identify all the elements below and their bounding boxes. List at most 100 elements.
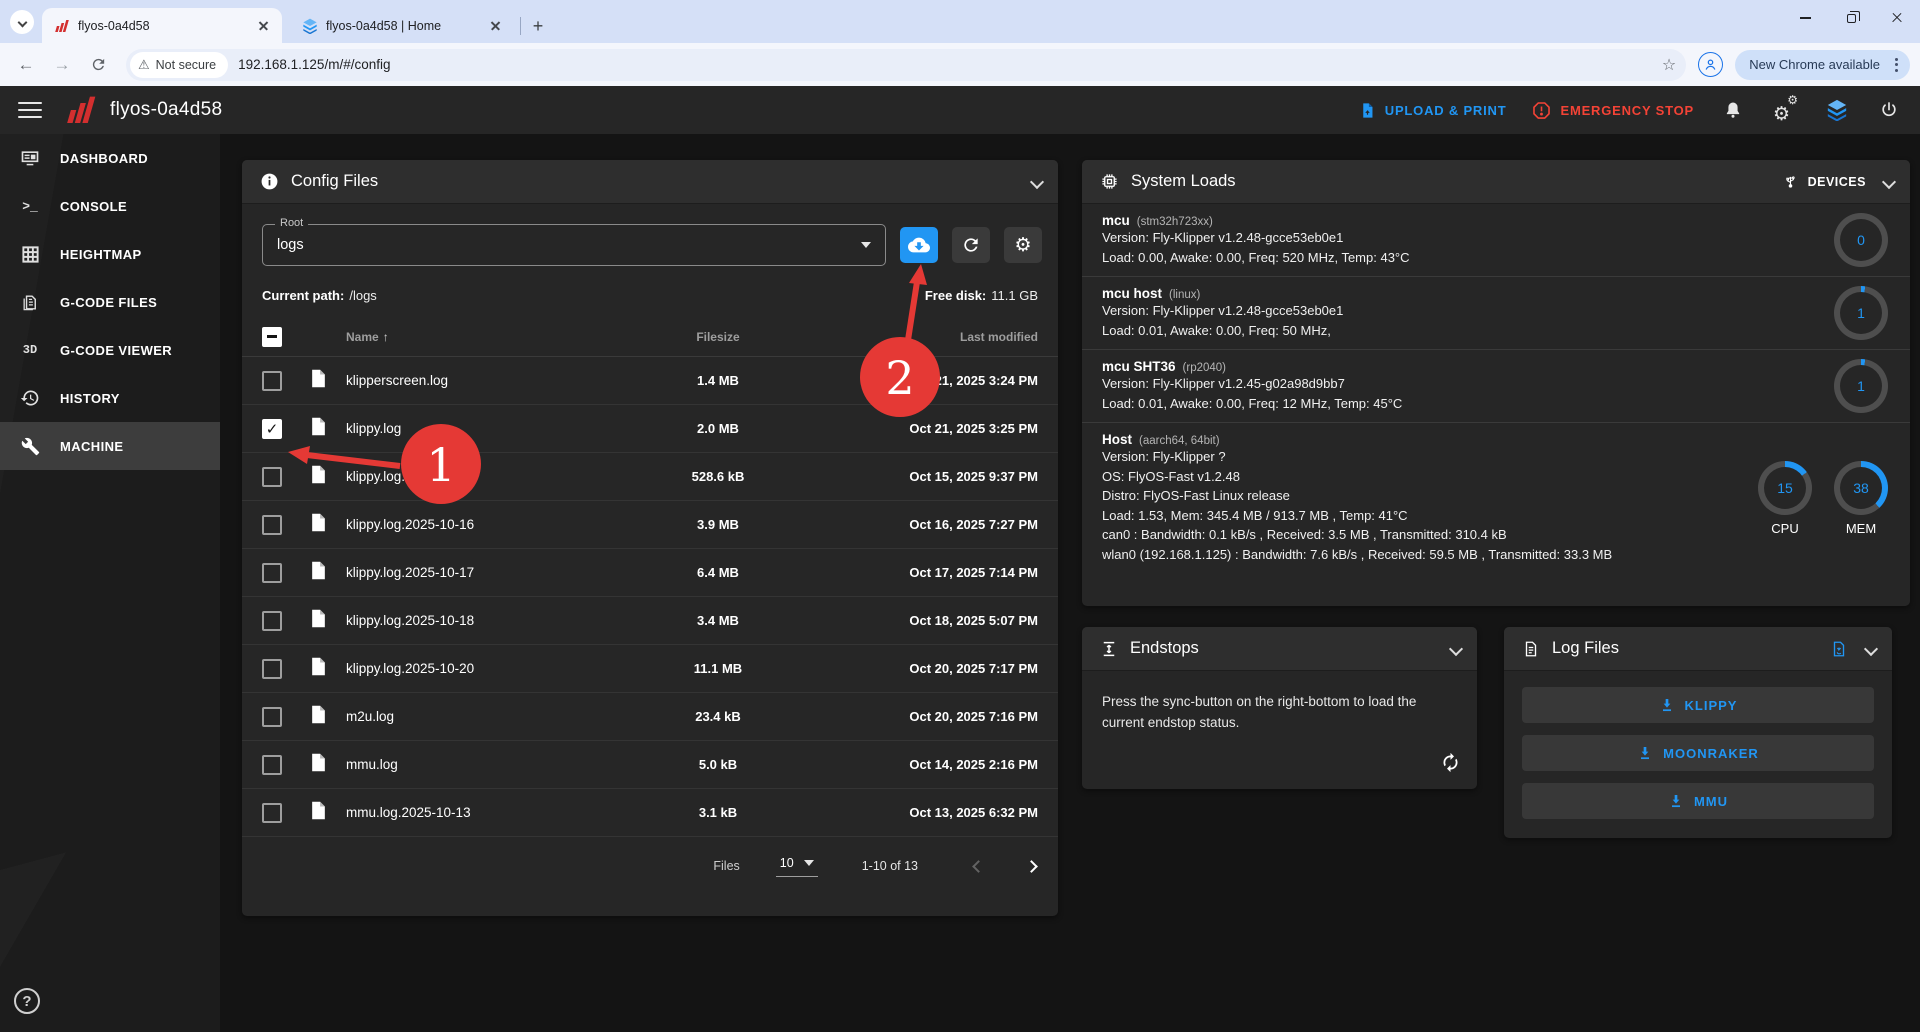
row-checkbox[interactable]: ✓	[262, 419, 282, 439]
chevron-down-icon[interactable]	[1030, 174, 1044, 188]
log-download-button[interactable]: KLIPPY	[1522, 687, 1874, 723]
gauge-value: 1	[1857, 305, 1865, 321]
gauge-value: 15	[1777, 480, 1793, 496]
log-files-header[interactable]: Log Files	[1504, 627, 1892, 671]
tab-close-icon[interactable]	[256, 18, 272, 34]
sync-button[interactable]	[1440, 752, 1461, 779]
power-icon[interactable]	[1876, 97, 1902, 123]
endstops-header[interactable]: Endstops	[1082, 627, 1477, 671]
current-path: Current path:/logs	[262, 288, 377, 303]
refresh-button[interactable]	[952, 227, 990, 263]
emergency-stop-button[interactable]: EMERGENCY STOP	[1532, 101, 1694, 120]
new-tab-button[interactable]: +	[527, 15, 549, 37]
row-checkbox[interactable]	[262, 659, 282, 679]
sidebar-item-console[interactable]: >_ CONSOLE	[0, 182, 220, 230]
emergency-icon	[1532, 101, 1551, 120]
notifications-bell-icon[interactable]	[1720, 97, 1746, 123]
close-button[interactable]	[1874, 0, 1920, 36]
sidebar-item-gcode-viewer[interactable]: 3D G-CODE VIEWER	[0, 326, 220, 374]
minimize-button[interactable]	[1782, 0, 1828, 36]
load-gauges: 1	[1834, 286, 1888, 340]
security-chip[interactable]: ⚠ Not secure	[130, 52, 228, 78]
row-checkbox[interactable]	[262, 707, 282, 727]
log-files-body: KLIPPY MOONRAKER MMU	[1504, 671, 1892, 819]
table-row[interactable]: mmu.log 5.0 kB Oct 14, 2025 2:16 PM	[242, 741, 1058, 789]
file-name: klipperscreen.log	[346, 373, 618, 388]
table-row[interactable]: klippy.log.2025-10-16 3.9 MB Oct 16, 202…	[242, 501, 1058, 549]
upload-cloud-button[interactable]	[900, 227, 938, 263]
sidebar-item-label: CONSOLE	[60, 199, 127, 214]
log-download-button[interactable]: MMU	[1522, 783, 1874, 819]
sidebar-item-heightmap[interactable]: HEIGHTMAP	[0, 230, 220, 278]
root-select[interactable]: Root logs	[262, 224, 886, 266]
table-row[interactable]: m2u.log 23.4 kB Oct 20, 2025 7:16 PM	[242, 693, 1058, 741]
chevron-down-icon[interactable]	[1449, 641, 1463, 655]
per-page-select[interactable]: 10	[776, 856, 818, 877]
table-row[interactable]: mmu.log.2025-10-13 3.1 kB Oct 13, 2025 6…	[242, 789, 1058, 837]
sidebar-item-machine[interactable]: MACHINE	[0, 422, 220, 470]
table-row[interactable]: ✓ klippy.log 2.0 MB Oct 21, 2025 3:25 PM	[242, 405, 1058, 453]
cloud-download-icon	[908, 234, 930, 256]
log-download-button[interactable]: MOONRAKER	[1522, 735, 1874, 771]
prev-page-icon[interactable]	[972, 860, 985, 873]
column-last-modified[interactable]: Last modified	[818, 330, 1038, 344]
row-checkbox[interactable]	[262, 755, 282, 775]
file-modified: Oct 21, 2025 3:25 PM	[818, 421, 1038, 436]
system-loads-header[interactable]: System Loads DEVICES	[1082, 160, 1910, 204]
browser-menu-icon[interactable]	[1888, 56, 1904, 74]
sidebar-item-dashboard[interactable]: DASHBOARD	[0, 134, 220, 182]
file-name: klippy.log.2025-10-16	[346, 517, 618, 532]
fluidd-layers-icon[interactable]	[1824, 97, 1850, 123]
column-name[interactable]: Name↑	[346, 330, 618, 344]
row-checkbox[interactable]	[262, 803, 282, 823]
chevron-down-icon[interactable]	[1864, 641, 1878, 655]
url-text: 192.168.1.125/m/#/config	[238, 57, 390, 72]
back-icon[interactable]: ←	[10, 49, 42, 81]
rollover-logs-icon[interactable]	[1830, 640, 1848, 658]
table-row[interactable]: klippy.log.2025-10-18 3.4 MB Oct 18, 202…	[242, 597, 1058, 645]
forward-icon[interactable]: →	[46, 49, 78, 81]
profile-avatar[interactable]	[1698, 52, 1723, 77]
sidebar-item-label: G-CODE FILES	[60, 295, 157, 310]
reload-icon[interactable]	[82, 49, 114, 81]
row-checkbox[interactable]	[262, 515, 282, 535]
row-checkbox[interactable]	[262, 371, 282, 391]
chrome-update-chip[interactable]: New Chrome available	[1735, 50, 1910, 80]
app-header: flyos-0a4d58 UPLOAD & PRINT EMERGENCY ST…	[0, 86, 1920, 134]
root-select-value: logs	[277, 237, 304, 253]
bookmark-star-icon[interactable]: ☆	[1662, 55, 1676, 75]
load-section: mcu host(linux) Version: Fly-Klipper v1.…	[1082, 276, 1910, 349]
table-row[interactable]: klippy.log.2025-10-17 6.4 MB Oct 17, 202…	[242, 549, 1058, 597]
select-all-checkbox[interactable]	[262, 327, 282, 347]
help-icon[interactable]: ?	[14, 988, 40, 1014]
pagination: Files 10 1-10 of 13	[242, 837, 1058, 895]
current-path-value: /logs	[349, 288, 376, 303]
row-checkbox[interactable]	[262, 611, 282, 631]
tab-search-button[interactable]	[10, 10, 34, 34]
row-checkbox[interactable]	[262, 563, 282, 583]
log-files-panel: Log Files KLIPPY MOONRAKER MMU	[1504, 627, 1892, 838]
table-row[interactable]: klippy.log.2025-10-20 11.1 MB Oct 20, 20…	[242, 645, 1058, 693]
menu-icon[interactable]	[18, 102, 42, 118]
table-row[interactable]: klipperscreen.log 1.4 MB Oct 21, 2025 3:…	[242, 357, 1058, 405]
sidebar-item-history[interactable]: HISTORY	[0, 374, 220, 422]
browser-tab-active[interactable]: flyos-0a4d58	[42, 8, 282, 43]
sidebar-item-label: MACHINE	[60, 439, 123, 454]
row-checkbox[interactable]	[262, 467, 282, 487]
gcode-viewer-3d-icon: 3D	[18, 343, 42, 357]
config-files-header[interactable]: Config Files	[242, 160, 1058, 204]
next-page-icon[interactable]	[1025, 860, 1038, 873]
sync-icon	[1440, 752, 1461, 773]
sidebar-item-gcode-files[interactable]: G-CODE FILES	[0, 278, 220, 326]
table-row[interactable]: klippy.log.2025-10-15 528.6 kB Oct 15, 2…	[242, 453, 1058, 501]
app-title: flyos-0a4d58	[110, 99, 222, 121]
column-filesize[interactable]: Filesize	[618, 330, 818, 344]
devices-button[interactable]: DEVICES	[1783, 173, 1894, 190]
maximize-button[interactable]	[1828, 0, 1874, 36]
address-bar[interactable]: ⚠ Not secure 192.168.1.125/m/#/config ☆	[126, 49, 1686, 81]
settings-gears-icon[interactable]: ⚙⚙	[1772, 97, 1798, 123]
browser-tab-inactive[interactable]: flyos-0a4d58 | Home	[290, 8, 514, 43]
upload-print-button[interactable]: UPLOAD & PRINT	[1359, 102, 1507, 119]
settings-button[interactable]: ⚙	[1004, 227, 1042, 263]
tab-close-icon[interactable]	[488, 18, 504, 34]
